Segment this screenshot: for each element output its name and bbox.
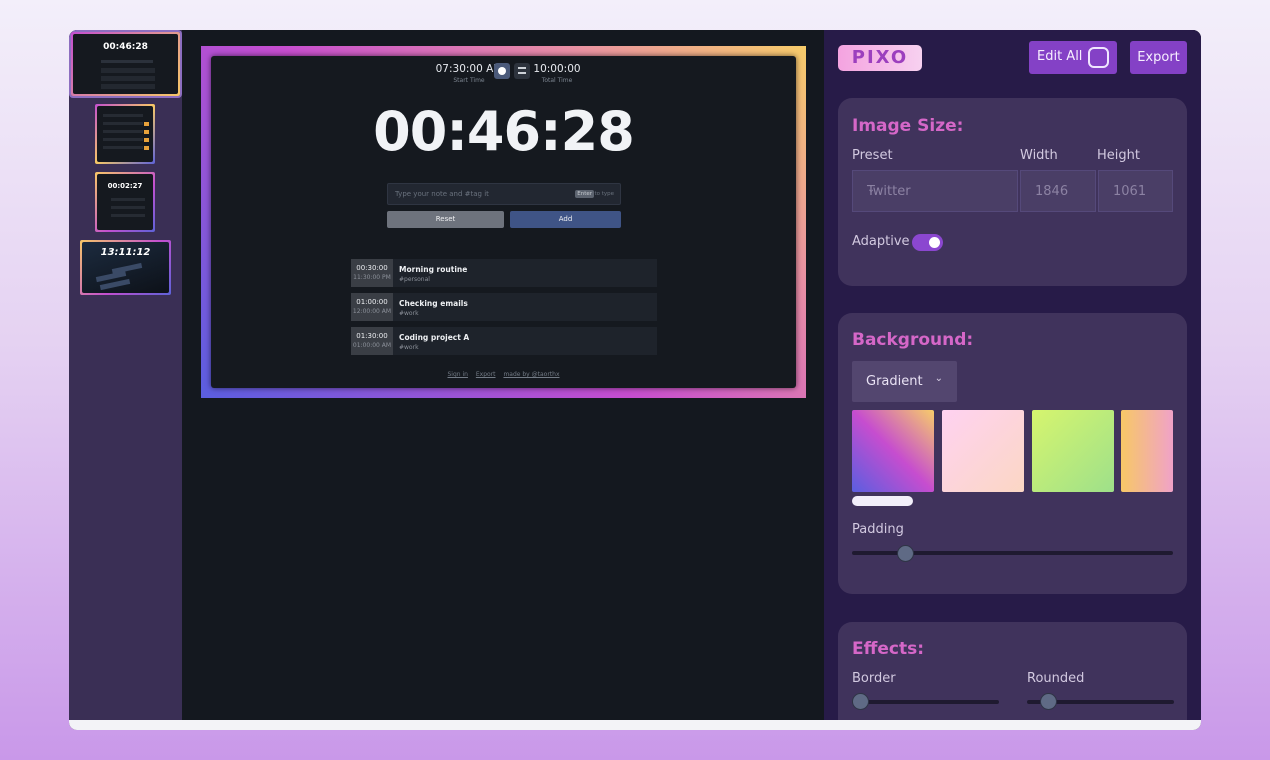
rounded-slider-handle[interactable] xyxy=(1040,693,1057,710)
effects-title: Effects: xyxy=(852,639,925,659)
background-type-select[interactable]: Gradient ⌄ xyxy=(852,361,957,402)
thumbnail-clock: 13:11:12 xyxy=(100,247,151,258)
preview-screenshot: 07:30:00 AM Start Time 10:00:00 Total Ti… xyxy=(211,56,796,388)
total-time: 10:00:00 xyxy=(533,63,581,75)
list-item: 00:30:00 11:30:00 PM Morning routine #per… xyxy=(351,259,657,287)
horizontal-scrollbar[interactable] xyxy=(69,720,1201,730)
gradient-frame: 07:30:00 AM Start Time 10:00:00 Total Ti… xyxy=(201,46,806,398)
edit-all-label: Edit All xyxy=(1037,49,1083,64)
padding-slider-handle[interactable] xyxy=(897,545,914,562)
note-input: Type your note and #tag it Enter to type xyxy=(387,183,621,205)
gradient-swatch-1[interactable] xyxy=(852,410,934,492)
height-input[interactable]: 1061 xyxy=(1098,170,1173,212)
height-label: Height xyxy=(1097,148,1140,163)
background-card: Background: Gradient ⌄ Padding xyxy=(838,313,1187,594)
pixo-logo: PIXO xyxy=(838,45,922,71)
gradient-swatch-4[interactable] xyxy=(1121,410,1173,492)
made-by-link: made by @taorthx xyxy=(503,371,560,378)
padding-label: Padding xyxy=(852,522,904,537)
thumbnail-2[interactable] xyxy=(95,104,155,164)
add-button: Add xyxy=(510,211,621,228)
effects-card: Effects: Border Rounded xyxy=(838,622,1187,730)
preset-select[interactable]: Twitter ⌄ xyxy=(852,170,1018,212)
thumbnail-4[interactable]: 13:11:12 xyxy=(80,240,171,295)
preset-label: Preset xyxy=(852,148,893,163)
swatch-scrollbar[interactable] xyxy=(852,496,913,506)
enter-key: Enter xyxy=(575,190,594,198)
rounded-label: Rounded xyxy=(1027,671,1085,686)
list-item: 01:30:00 01:00:00 AM Coding project A #wo… xyxy=(351,327,657,355)
gradient-swatch-3[interactable] xyxy=(1032,410,1114,492)
reset-button: Reset xyxy=(387,211,504,228)
adaptive-label: Adaptive xyxy=(852,234,910,249)
width-label: Width xyxy=(1020,148,1058,163)
image-size-title: Image Size: xyxy=(852,116,964,136)
preview-footer: Sign in Export made by @taorthx xyxy=(211,371,796,378)
chevron-down-icon: ⌄ xyxy=(867,184,876,195)
settings-panel: PIXO Edit All Export Image Size: Preset … xyxy=(824,30,1201,730)
app-window: 00:46:28 00:02:27 13:11:12 07:30:00 AM S… xyxy=(69,30,1201,730)
enter-hint: to type xyxy=(594,191,614,197)
sign-in-link: Sign in xyxy=(447,371,468,378)
clock-view-icon xyxy=(494,63,510,79)
total-time-label: Total Time xyxy=(541,77,573,84)
edit-all-button[interactable]: Edit All xyxy=(1029,41,1117,74)
checkbox-icon xyxy=(1088,47,1109,68)
adaptive-toggle[interactable] xyxy=(912,234,943,251)
note-placeholder: Type your note and #tag it xyxy=(395,190,489,198)
thumbnail-clock: 00:46:28 xyxy=(103,42,148,52)
list-item: 01:00:00 12:00:00 AM Checking emails #wor… xyxy=(351,293,657,321)
thumbnail-1[interactable]: 00:46:28 xyxy=(69,30,182,98)
gradient-swatch-2[interactable] xyxy=(942,410,1024,492)
thumbnail-sidebar: 00:46:28 00:02:27 13:11:12 xyxy=(69,30,182,720)
border-slider[interactable] xyxy=(852,700,999,704)
width-input[interactable]: 1846 xyxy=(1020,170,1096,212)
export-link: Export xyxy=(475,371,496,378)
chevron-down-icon: ⌄ xyxy=(934,373,943,384)
canvas-area: 07:30:00 AM Start Time 10:00:00 Total Ti… xyxy=(182,30,824,720)
thumbnail-3[interactable]: 00:02:27 xyxy=(95,172,155,232)
border-slider-handle[interactable] xyxy=(852,693,869,710)
main-clock: 00:46:28 xyxy=(373,100,635,163)
export-button[interactable]: Export xyxy=(1130,41,1187,74)
image-size-card: Image Size: Preset Width Height Twitter … xyxy=(838,98,1187,286)
background-title: Background: xyxy=(852,330,974,350)
border-label: Border xyxy=(852,671,896,686)
thumbnail-clock: 00:02:27 xyxy=(107,182,143,190)
